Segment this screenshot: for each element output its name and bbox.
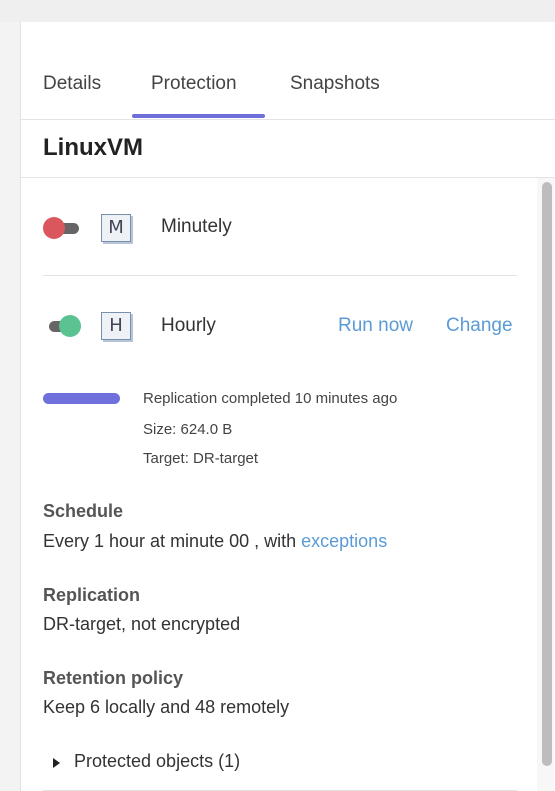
scrollbar-thumb[interactable] [542, 182, 552, 766]
run-now-link[interactable]: Run now [338, 315, 413, 337]
schedule-text: Every 1 hour at minute 00 , with [43, 531, 297, 551]
tab-bar: Details Protection Snapshots [21, 22, 555, 120]
toggle-knob [43, 217, 65, 239]
expand-triangle-icon[interactable] [53, 758, 60, 768]
change-link[interactable]: Change [446, 315, 513, 337]
minutely-label: Minutely [161, 216, 232, 237]
replication-heading: Replication [43, 585, 141, 605]
hourly-badge-icon: H [101, 312, 131, 340]
retention-value: Keep 6 locally and 48 remotely [43, 697, 290, 717]
tab-snapshots[interactable]: Snapshots [290, 70, 380, 118]
replication-status: Replication completed 10 minutes ago [143, 390, 398, 407]
exceptions-link[interactable]: exceptions [301, 531, 387, 551]
replication-value: DR-target, not encrypted [43, 614, 241, 634]
tab-details[interactable]: Details [43, 70, 101, 118]
schedule-heading: Schedule [43, 501, 124, 521]
protected-objects-toggle[interactable]: Protected objects (1) [74, 751, 240, 772]
replication-size: Size: 624.0 B [143, 421, 233, 438]
active-tab-indicator [132, 114, 265, 118]
replication-target: Target: DR-target [143, 450, 259, 467]
minutely-toggle[interactable] [43, 217, 83, 239]
protection-content: M Minutely H Hourly Run now Change Repli… [21, 178, 555, 791]
minutely-badge-icon: M [101, 214, 131, 242]
replication-progress-bar [43, 393, 120, 404]
top-bar [0, 0, 555, 22]
row-divider [43, 275, 517, 276]
protection-panel: Details Protection Snapshots LinuxVM M M… [20, 22, 555, 791]
toggle-knob [59, 315, 81, 337]
hourly-toggle[interactable] [43, 315, 83, 337]
tab-protection[interactable]: Protection [151, 70, 237, 118]
retention-heading: Retention policy [43, 668, 184, 688]
vm-title: LinuxVM [43, 134, 143, 161]
schedule-value: Every 1 hour at minute 00 , with excepti… [43, 531, 387, 552]
hourly-label: Hourly [161, 315, 216, 336]
